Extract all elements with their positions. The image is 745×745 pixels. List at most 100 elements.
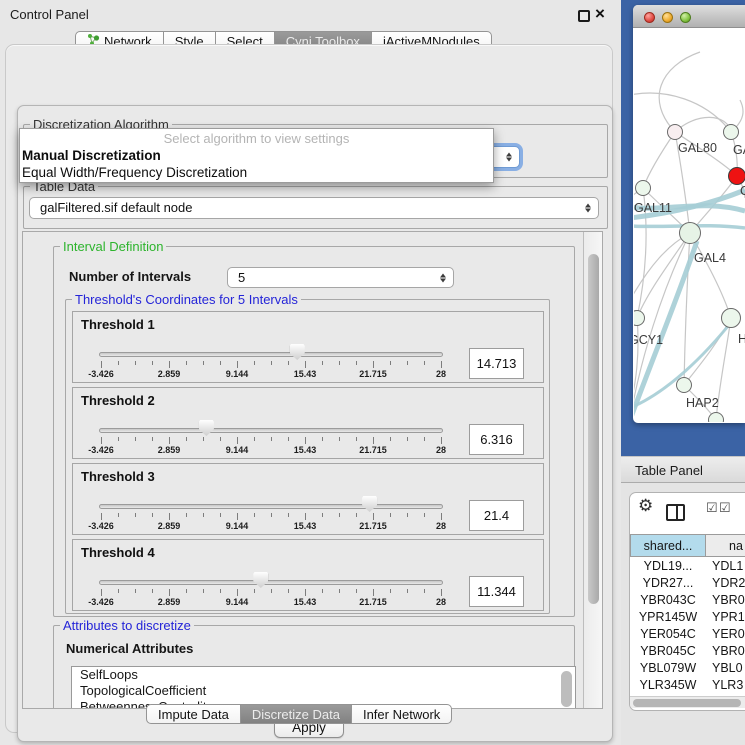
threshold-row-1: Threshold 1-3.4262.8599.14415.4321.71528… xyxy=(72,311,544,383)
slider-tick xyxy=(339,589,340,593)
list-scrollbar[interactable] xyxy=(561,671,572,707)
slider-track[interactable] xyxy=(99,428,443,433)
threshold-label: Threshold 1 xyxy=(81,317,155,332)
network-node-label: GAL4 xyxy=(694,251,726,265)
column-header-shared[interactable]: shared... xyxy=(630,534,706,557)
num-intervals-spinner[interactable]: 5 xyxy=(227,267,454,288)
slider-tick xyxy=(356,361,357,365)
slider-tick-label: 2.859 xyxy=(147,521,191,531)
table-row[interactable]: YDR27...YDR2 xyxy=(630,575,745,592)
network-node-c[interactable] xyxy=(729,168,745,185)
network-edge xyxy=(684,233,690,385)
table-row[interactable]: YDL19...YDL1 xyxy=(630,558,745,575)
slider-tick xyxy=(424,589,425,593)
slider-tick-label: 28 xyxy=(419,445,463,455)
tab-impute-data[interactable]: Impute Data xyxy=(146,704,241,724)
cell-shared-name: YER054C xyxy=(630,626,706,643)
cell-shared-name: YPR145W xyxy=(630,609,706,626)
network-node-h[interactable] xyxy=(722,309,741,328)
cyni-toolbox-panel: Discretization Algorithm Select algorith… xyxy=(5,44,613,733)
network-node-ga[interactable] xyxy=(724,125,739,140)
numerical-attributes-list[interactable]: SelfLoopsTopologicalCoefficientBetweenne… xyxy=(71,666,576,709)
threshold-value-field[interactable]: 14.713 xyxy=(469,348,524,379)
network-edge xyxy=(634,318,638,405)
table-row[interactable]: YBR045CYBR0 xyxy=(630,643,745,660)
slider-tick xyxy=(339,437,340,441)
slider-tick xyxy=(424,361,425,365)
slider-tick-label: 21.715 xyxy=(351,445,395,455)
tab-infer-network[interactable]: Infer Network xyxy=(351,704,452,724)
slider-tick xyxy=(135,361,136,365)
network-node-gal80[interactable] xyxy=(668,125,683,140)
network-node-hap2[interactable] xyxy=(677,378,692,393)
slider-tick xyxy=(101,589,102,596)
slider-tick xyxy=(237,513,238,520)
threshold-value-field[interactable]: 21.4 xyxy=(469,500,524,531)
float-window-icon[interactable] xyxy=(578,10,590,22)
table-row[interactable]: YBL079WYBL0 xyxy=(630,660,745,677)
horizontal-scrollbar-thumb[interactable] xyxy=(633,699,741,707)
network-edge xyxy=(675,117,731,132)
slider-tick xyxy=(186,513,187,517)
cell-shared-name: YDR27... xyxy=(630,575,706,592)
table-panel-body: ⚙ ☑ ☑ shared...na YDL19...YDL1YDR27...YD… xyxy=(621,483,745,745)
minimize-traffic-light-icon[interactable] xyxy=(662,12,673,23)
close-traffic-light-icon[interactable] xyxy=(644,12,655,23)
slider-tick xyxy=(305,361,306,368)
slider-tick xyxy=(390,589,391,593)
slider-track[interactable] xyxy=(99,352,443,357)
slider-tick xyxy=(407,361,408,365)
table-panel-header: Table Panel xyxy=(621,456,745,483)
slider-tick-label: 15.43 xyxy=(283,597,327,607)
checked-checkbox-icon[interactable]: ☑ xyxy=(719,500,731,516)
slider-thumb[interactable] xyxy=(253,572,268,588)
tab-discretize-data[interactable]: Discretize Data xyxy=(240,704,352,724)
slider-thumb[interactable] xyxy=(199,420,214,436)
algorithm-dropdown-popup: Select algorithm to view settings Manual… xyxy=(19,128,494,183)
dropdown-option-manual-discretization[interactable]: Manual Discretization xyxy=(20,147,493,164)
table-row[interactable]: YER054CYER0 xyxy=(630,626,745,643)
network-node-label: GCY1 xyxy=(634,333,663,347)
table-row[interactable]: YLR345WYLR3 xyxy=(630,677,745,694)
attribute-list-item[interactable]: TopologicalCoefficient xyxy=(72,683,575,699)
slider-tick xyxy=(101,437,102,444)
slider-tick xyxy=(152,589,153,593)
slider-tick-label: 9.144 xyxy=(215,369,259,379)
dropdown-option-equal-width-frequency-discretization[interactable]: Equal Width/Frequency Discretization xyxy=(20,164,493,181)
slider-tick-label: 2.859 xyxy=(147,369,191,379)
cell-name: YBL0 xyxy=(706,660,745,677)
network-node-gal11[interactable] xyxy=(636,181,651,196)
close-icon[interactable]: × xyxy=(595,4,605,24)
slider-tick xyxy=(169,437,170,444)
network-node-gal4[interactable] xyxy=(680,223,701,244)
threshold-value-field[interactable]: 11.344 xyxy=(469,576,524,607)
horizontal-scrollbar[interactable] xyxy=(630,696,745,708)
threshold-value-field[interactable]: 6.316 xyxy=(469,424,524,455)
network-node-gcy1[interactable] xyxy=(634,311,645,326)
slider-thumb[interactable] xyxy=(290,344,305,360)
gear-icon[interactable]: ⚙ xyxy=(638,496,653,516)
slider-tick xyxy=(101,361,102,368)
network-node-label: H xyxy=(738,332,745,346)
table-data-combobox[interactable]: galFiltered.sif default node xyxy=(29,197,599,219)
slider-thumb[interactable] xyxy=(362,496,377,512)
slider-tick xyxy=(118,361,119,365)
attribute-list-item[interactable]: SelfLoops xyxy=(72,667,575,683)
zoom-traffic-light-icon[interactable] xyxy=(680,12,691,23)
slider-tick xyxy=(220,513,221,517)
network-graph[interactable]: GAL80GACGAL11GAL4GCY1HHAP2 xyxy=(634,28,745,422)
tab-label: Discretize Data xyxy=(252,705,340,724)
checked-checkbox-icon[interactable]: ☑ xyxy=(706,500,718,516)
slider-tick xyxy=(254,437,255,441)
scrollbar-thumb[interactable] xyxy=(588,254,599,604)
scrollbar-track[interactable] xyxy=(583,232,602,708)
slider-tick xyxy=(339,361,340,365)
column-header-na[interactable]: na xyxy=(706,534,745,557)
slider-track[interactable] xyxy=(99,504,443,509)
table-row[interactable]: YPR145WYPR1 xyxy=(630,609,745,626)
split-columns-icon[interactable] xyxy=(666,504,685,521)
slider-tick xyxy=(237,437,238,444)
table-row[interactable]: YBR043CYBR0 xyxy=(630,592,745,609)
group-title: Attributes to discretize xyxy=(60,618,194,633)
slider-track[interactable] xyxy=(99,580,443,585)
